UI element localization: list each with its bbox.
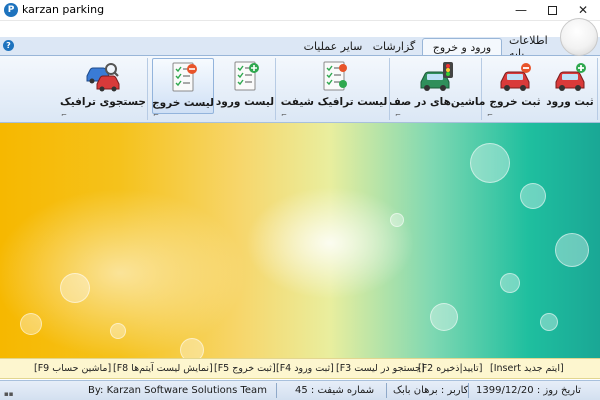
checklist-remove-icon — [172, 62, 197, 92]
application-menu-orb[interactable] — [560, 18, 598, 56]
shift-traffic-list-button[interactable]: لیست ترافیک شیفت — [280, 58, 388, 114]
shortcut-f8: [F8 نمایش لیست آیتم‌ها] — [113, 363, 213, 374]
tab-reports[interactable]: گزارشات — [370, 38, 418, 55]
register-exit-button[interactable]: ثبت خروج — [488, 58, 542, 114]
ribbon-tab-row: ? اطلاعات پایه ورود و خروج گزارشات سایر … — [0, 34, 600, 60]
ribbon-group-queue: ⌐ ماشین‌های در صف — [389, 58, 485, 120]
status-separator — [468, 383, 469, 398]
entry-list-button[interactable]: لیست ورود — [216, 58, 274, 114]
bokeh-bubble — [390, 213, 404, 227]
shortcut-f2: [F2 تایید|ذخیره] — [418, 363, 483, 374]
window-title: karzan parking — [22, 3, 105, 16]
bokeh-bubble — [500, 273, 520, 293]
queued-cars-button[interactable]: ماشین‌های در صف — [389, 58, 485, 114]
bokeh-bubble — [430, 303, 458, 331]
checklist-icon — [323, 61, 347, 91]
bokeh-bubble — [540, 313, 558, 331]
register-exit-label: ثبت خروج — [489, 96, 541, 108]
ribbon-group-shift: ⌐ لیست ترافیک شیفت — [278, 58, 390, 120]
traffic-search-button[interactable]: جستجوی ترافیک — [60, 58, 146, 114]
queued-cars-label: ماشین‌های در صف — [388, 96, 486, 108]
title-bar: P karzan parking — ✕ — [0, 0, 600, 20]
status-shift-number: شماره شیفت : 45 — [295, 385, 375, 396]
app-logo-icon[interactable]: P — [4, 3, 18, 17]
ribbon-group-lists: ⌐ لیست ورود لیست خروج — [150, 58, 276, 120]
bokeh-bubble — [470, 143, 510, 183]
shortcut-hints-bar: [Insert ایتم جدید] [F2 تایید|ذخیره] [F3 … — [0, 358, 600, 379]
shortcut-f4: [F4 ثبت ورود] — [276, 363, 334, 374]
background-image — [0, 123, 600, 358]
entry-list-label: لیست ورود — [215, 96, 275, 108]
register-entry-button[interactable]: ثبت ورود — [544, 58, 596, 114]
tab-base-info[interactable]: اطلاعات پایه — [509, 34, 563, 60]
status-user: کاربر : برهان بابک — [393, 385, 469, 396]
status-bar: ▪▪ By: Karzan Software Solutions Team شم… — [0, 380, 600, 400]
shortcut-insert: [Insert ایتم جدید] — [490, 363, 564, 374]
bokeh-bubble — [180, 338, 204, 358]
checklist-add-icon — [234, 61, 259, 91]
shortcut-f3: [F3 جستجو در لیست] — [336, 363, 425, 374]
car-search-icon — [86, 63, 120, 92]
close-button[interactable]: ✕ — [568, 0, 598, 20]
app-window: P karzan parking — ✕ ▾ ? اطلاعات پایه ور… — [0, 0, 600, 400]
car-exit-icon — [500, 63, 531, 91]
bokeh-bubble — [20, 313, 42, 335]
car-queue-icon — [420, 62, 453, 91]
bokeh-bubble — [520, 183, 546, 209]
shortcut-f5: [F5 ثبت خروج] — [214, 363, 276, 374]
bokeh-bubble — [555, 233, 589, 267]
exit-list-label: لیست خروج — [152, 97, 214, 109]
traffic-search-label: جستجوی ترافیک — [60, 96, 146, 108]
exit-list-button[interactable]: لیست خروج — [152, 58, 214, 114]
bokeh-bubble — [110, 323, 126, 339]
resize-grip-icon[interactable]: ▪▪ — [4, 390, 14, 398]
help-icon[interactable]: ? — [3, 40, 14, 51]
ribbon-group-register: ⌐ ثبت ورود ثبت خروج — [484, 58, 598, 120]
status-separator — [386, 383, 387, 398]
maximize-icon — [547, 5, 557, 15]
status-credit: By: Karzan Software Solutions Team — [88, 385, 267, 396]
ribbon-group-search: ⌐ جستجوی ترافیک — [58, 58, 148, 120]
car-entry-icon — [555, 63, 586, 91]
shortcut-f9: [F9 ماشین حساب] — [34, 363, 112, 374]
status-date: تاریخ روز : 1399/12/20 — [476, 385, 581, 396]
register-entry-label: ثبت ورود — [546, 96, 594, 108]
shift-traffic-list-label: لیست ترافیک شیفت — [280, 96, 388, 108]
status-separator — [276, 383, 277, 398]
minimize-button[interactable]: — — [506, 0, 536, 20]
tab-entry-exit[interactable]: ورود و خروج — [422, 38, 502, 55]
tab-other-operations[interactable]: سایر عملیات — [301, 38, 365, 55]
maximize-button[interactable] — [537, 0, 567, 20]
ribbon-panel: ⌐ ثبت ورود ثبت خروج — [0, 55, 600, 123]
bokeh-bubble — [60, 273, 90, 303]
